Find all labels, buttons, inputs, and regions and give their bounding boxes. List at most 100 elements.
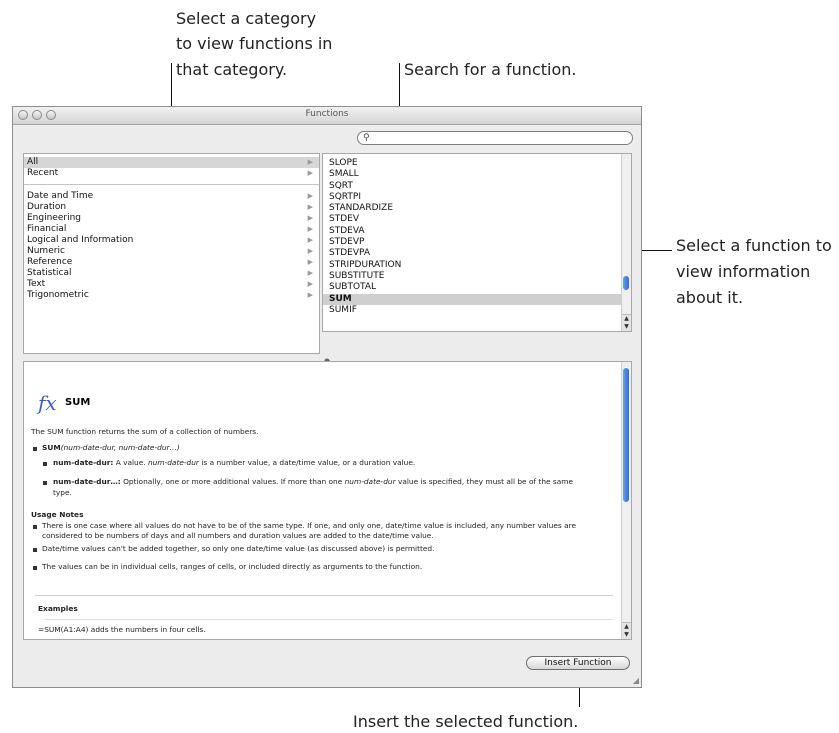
callout-category-line3: that category. — [176, 60, 288, 79]
window-title: Functions — [305, 109, 349, 119]
function-item[interactable]: SLOPE — [323, 158, 631, 169]
function-item[interactable]: STDEV — [323, 214, 631, 225]
function-list[interactable]: SLOPE SMALL SQRT SQRTPI STANDARDIZE STDE… — [322, 153, 632, 332]
category-item-trigonometric[interactable]: Trigonometric ▶ — [24, 290, 319, 301]
argument-2-name: num-date-dur…: — [53, 477, 121, 486]
function-item[interactable]: SQRT — [323, 181, 631, 192]
function-item[interactable]: SUBTOTAL — [323, 282, 631, 293]
search-icon: ⚲ — [363, 133, 370, 143]
callout-insert: Insert the selected function. — [353, 712, 579, 731]
chevron-right-icon: ▶ — [307, 291, 313, 299]
functions-window: Functions ⚲ All ▶ Recent ▶ Date and Time… — [12, 106, 642, 688]
category-item-engineering[interactable]: Engineering ▶ — [24, 213, 319, 224]
category-list[interactable]: All ▶ Recent ▶ Date and Time ▶ Duration ▶ … — [23, 153, 320, 354]
argument-1-name: num-date-dur: — [53, 458, 114, 467]
argument-2-italic: num-date-dur — [344, 477, 396, 486]
category-item-recent[interactable]: Recent ▶ — [24, 168, 319, 179]
category-label: Numeric — [27, 246, 65, 256]
insert-function-button[interactable]: Insert Function — [526, 656, 630, 670]
category-item-text[interactable]: Text ▶ — [24, 279, 319, 290]
function-item-selected[interactable]: SUM — [323, 293, 631, 305]
function-item[interactable]: SUMIF — [323, 305, 631, 316]
category-label: Text — [27, 279, 46, 289]
chevron-right-icon: ▶ — [307, 169, 313, 177]
chevron-right-icon: ▶ — [307, 203, 313, 211]
bullet-icon — [33, 525, 37, 529]
function-item[interactable]: SMALL — [323, 169, 631, 180]
category-label: Duration — [27, 202, 67, 212]
function-list-scroll-thumb[interactable] — [623, 276, 629, 290]
argument-1-text-b: is a number value, a date/time value, or… — [198, 458, 416, 467]
bullet-icon — [43, 462, 47, 466]
function-info-pane: fx SUM The SUM function returns the sum … — [23, 361, 632, 640]
chevron-right-icon: ▶ — [307, 192, 313, 200]
category-label: Engineering — [27, 213, 81, 223]
syntax-args: (num-date-dur, num-date-dur…) — [60, 443, 180, 452]
category-label: All — [27, 157, 39, 167]
argument-2: num-date-dur…: Optionally, one or more a… — [53, 477, 573, 487]
category-item-reference[interactable]: Reference ▶ — [24, 257, 319, 268]
category-label: Date and Time — [27, 191, 94, 201]
function-list-scrollbar[interactable]: ▲ ▼ — [621, 154, 631, 331]
examples-heading: Examples — [38, 604, 78, 613]
function-item[interactable]: SQRTPI — [323, 192, 631, 203]
argument-1-italic: num-date-dur — [147, 458, 199, 467]
category-item-numeric[interactable]: Numeric ▶ — [24, 246, 319, 257]
syntax-line: SUM(num-date-dur, num-date-dur…) — [42, 443, 180, 453]
function-item[interactable]: SUBSTITUTE — [323, 271, 631, 282]
chevron-right-icon: ▶ — [307, 269, 313, 277]
category-item-statistical[interactable]: Statistical ▶ — [24, 268, 319, 279]
usage-note-2: Date/time values can't be added together… — [42, 544, 435, 553]
function-item[interactable]: STANDARDIZE — [323, 203, 631, 214]
chevron-right-icon: ▶ — [307, 214, 313, 222]
usage-notes-heading: Usage Notes — [31, 510, 84, 519]
category-item-duration[interactable]: Duration ▶ — [24, 202, 319, 213]
function-item[interactable]: STDEVP — [323, 237, 631, 248]
category-item-financial[interactable]: Financial ▶ — [24, 224, 319, 235]
category-label: Recent — [27, 168, 59, 178]
usage-note-1-continued: considered to be numbers of days and all… — [42, 531, 434, 540]
callout-function-line2: view information — [676, 262, 811, 281]
function-item[interactable]: STDEVPA — [323, 248, 631, 259]
title-bar[interactable]: Functions — [13, 107, 641, 125]
search-field[interactable]: ⚲ — [357, 131, 633, 145]
examples-header-divider — [45, 619, 613, 620]
example-1: =SUM(A1:A4) adds the numbers in four cel… — [38, 625, 206, 634]
callout-category-line2: to view functions in — [176, 34, 333, 53]
category-item-logical-and-information[interactable]: Logical and Information ▶ — [24, 235, 319, 246]
info-pane-scrollbar[interactable]: ▲ ▼ — [621, 362, 631, 639]
chevron-right-icon: ▶ — [307, 258, 313, 266]
bullet-icon — [43, 481, 47, 485]
category-separator — [24, 184, 319, 185]
argument-2-text-b: value is specified, they must all be of … — [395, 477, 574, 486]
bullet-icon — [33, 447, 37, 451]
function-item[interactable]: STRIPDURATION — [323, 260, 631, 271]
usage-note-3: The values can be in individual cells, r… — [42, 562, 423, 571]
category-item-all[interactable]: All ▶ — [24, 157, 319, 168]
info-pane-scroll-thumb[interactable] — [623, 368, 629, 502]
category-label: Trigonometric — [27, 290, 89, 300]
scroll-arrows-icon[interactable]: ▲ ▼ — [622, 314, 631, 331]
callout-search: Search for a function. — [404, 60, 577, 79]
chevron-right-icon: ▶ — [307, 158, 313, 166]
syntax-name: SUM — [42, 443, 61, 452]
category-label: Statistical — [27, 268, 72, 278]
category-label: Reference — [27, 257, 73, 267]
chevron-right-icon: ▶ — [307, 236, 313, 244]
callout-category-line1: Select a category — [176, 9, 317, 28]
callout-function-line3: about it. — [676, 288, 744, 307]
search-input[interactable] — [376, 132, 616, 144]
category-label: Logical and Information — [27, 235, 134, 245]
examples-divider — [35, 595, 613, 596]
argument-1-text-a: A value. — [113, 458, 148, 467]
resize-grip-icon[interactable]: ◢ — [633, 676, 639, 685]
function-item[interactable]: STDEVA — [323, 226, 631, 237]
bullet-icon — [33, 566, 37, 570]
scroll-arrows-icon[interactable]: ▲ ▼ — [622, 622, 631, 639]
chevron-right-icon: ▶ — [307, 225, 313, 233]
argument-2-text-a: Optionally, one or more additional value… — [120, 477, 345, 486]
chevron-right-icon: ▶ — [307, 280, 313, 288]
category-item-date-and-time[interactable]: Date and Time ▶ — [24, 191, 319, 202]
bullet-icon — [33, 548, 37, 552]
callout-function-line1: Select a function to — [676, 236, 832, 255]
